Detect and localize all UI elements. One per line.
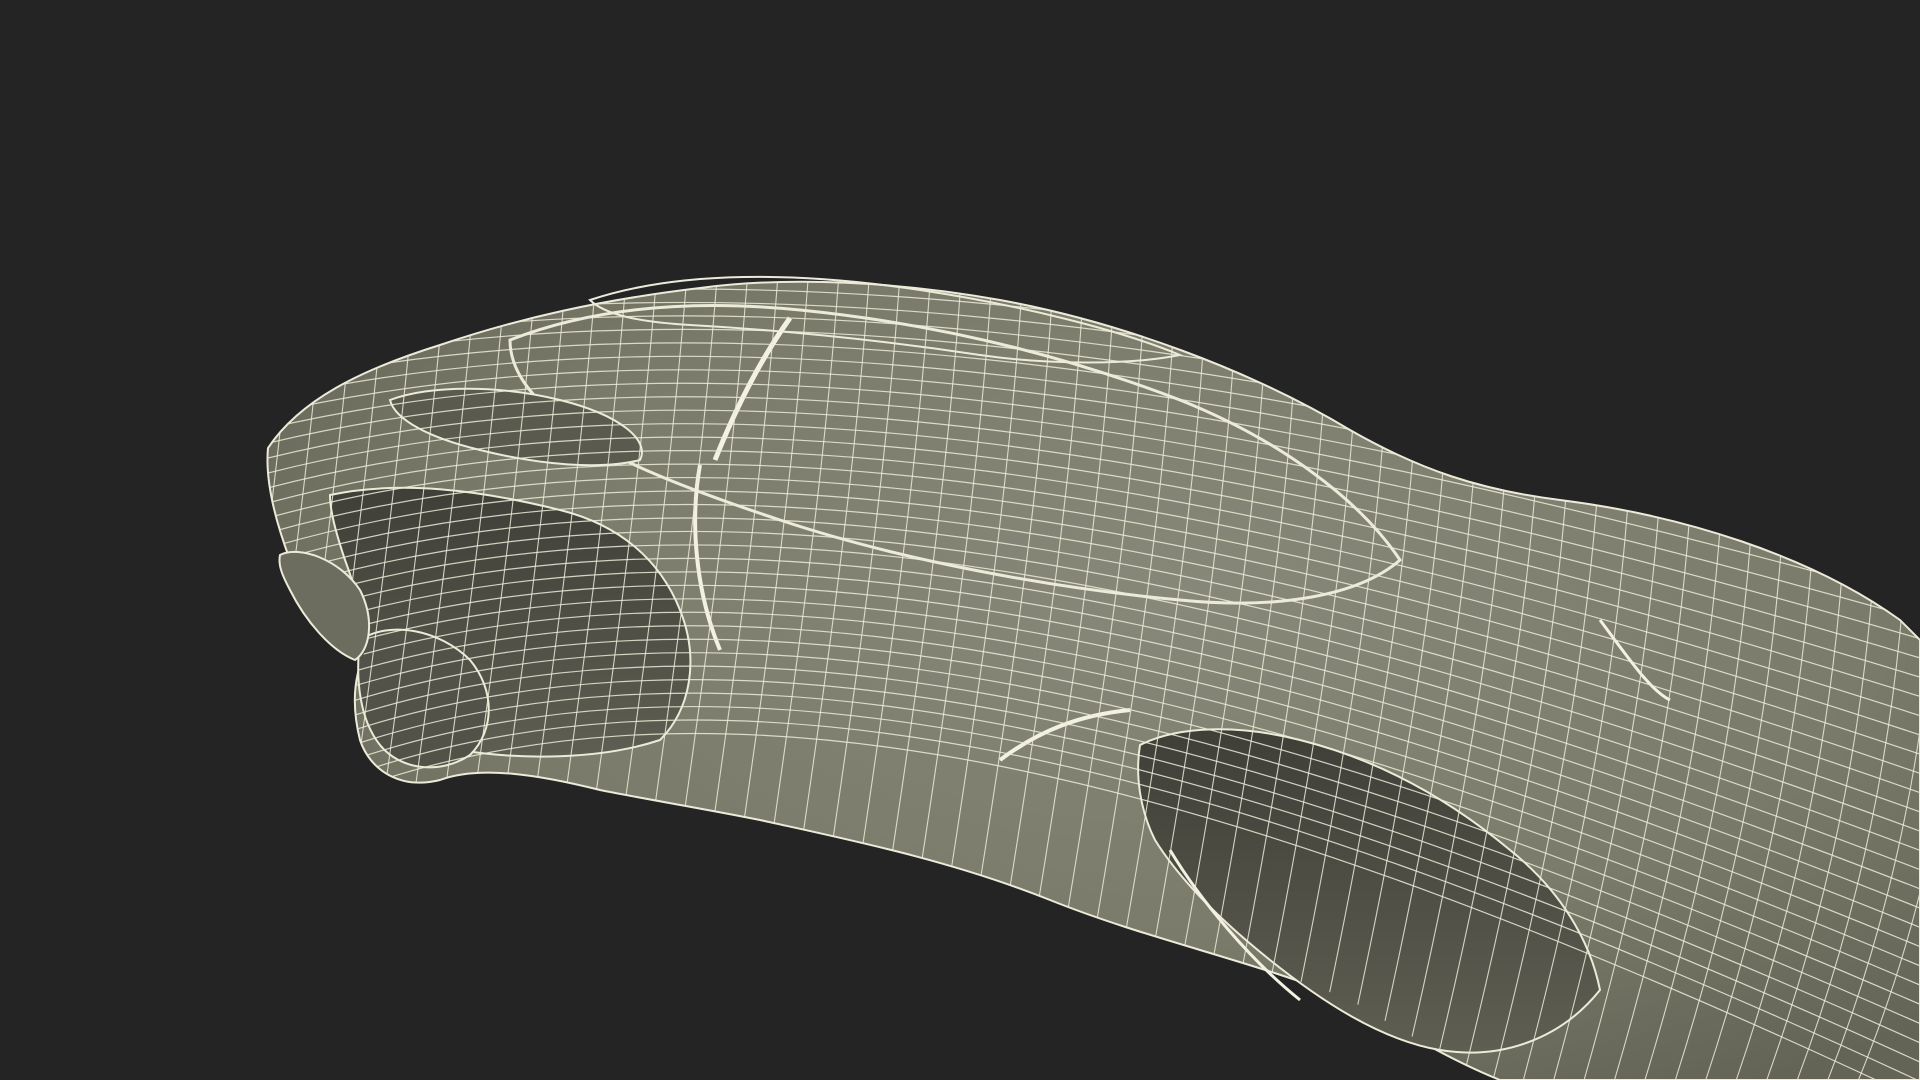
car-body <box>266 275 1920 1080</box>
viewport-canvas[interactable] <box>0 0 1920 1080</box>
